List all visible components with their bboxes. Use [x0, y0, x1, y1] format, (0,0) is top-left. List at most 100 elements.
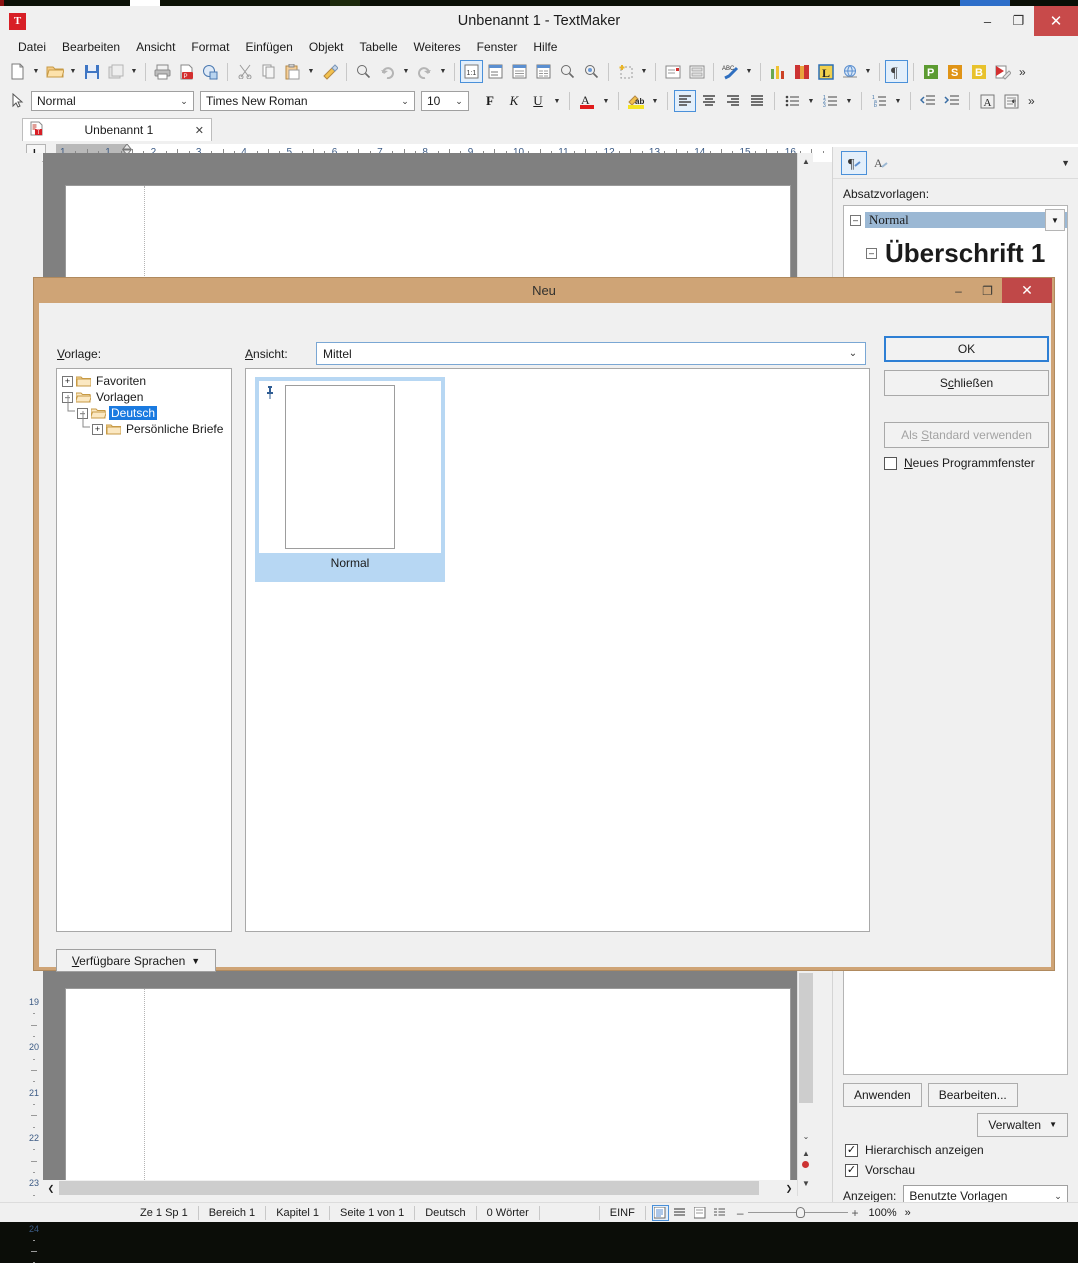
- view-mode-normal-icon[interactable]: [672, 1205, 689, 1221]
- menu-tabelle[interactable]: Tabelle: [352, 38, 406, 56]
- decrease-indent-button[interactable]: [917, 90, 939, 112]
- menu-datei[interactable]: Datei: [10, 38, 54, 56]
- bullet-list-dropdown-icon[interactable]: ▼: [805, 90, 817, 113]
- paste-dropdown-icon[interactable]: ▼: [305, 60, 317, 83]
- menu-einfuegen[interactable]: Einfügen: [237, 38, 300, 56]
- new-document-icon[interactable]: [6, 60, 29, 83]
- edit-record-icon[interactable]: [991, 60, 1014, 83]
- scroll-left-icon[interactable]: ❮: [43, 1180, 59, 1196]
- document-tab[interactable]: T Unbenannt 1 ✕: [22, 118, 212, 141]
- format-painter-icon[interactable]: [318, 60, 341, 83]
- close-dialog-button[interactable]: Schließen: [884, 370, 1049, 396]
- zoom-in-icon[interactable]: [556, 60, 579, 83]
- chevron-down-icon[interactable]: ⌄: [845, 348, 861, 359]
- scroll-up-icon[interactable]: ▲: [798, 153, 814, 169]
- bullet-list-button[interactable]: [781, 90, 803, 112]
- bibliography-icon[interactable]: [790, 60, 813, 83]
- scroll-right-icon[interactable]: ❯: [781, 1180, 797, 1196]
- save-icon[interactable]: [80, 60, 103, 83]
- undo-dropdown-icon[interactable]: ▼: [400, 60, 412, 83]
- font-family-combo[interactable]: Times New Roman ⌄: [200, 91, 415, 111]
- edit-button[interactable]: Bearbeiten...: [927, 1083, 1018, 1107]
- view-multi-page-icon[interactable]: [532, 60, 555, 83]
- view-mode-page-icon[interactable]: [651, 1204, 669, 1221]
- horizontal-scrollbar[interactable]: ❮ ❯: [43, 1180, 797, 1196]
- menu-bearbeiten[interactable]: Bearbeiten: [54, 38, 128, 56]
- planmaker-icon[interactable]: S: [943, 60, 966, 83]
- letter-icon[interactable]: L: [814, 60, 837, 83]
- spellcheck-dropdown-icon[interactable]: ▼: [743, 60, 755, 83]
- italic-button[interactable]: K: [503, 90, 525, 112]
- vertical-scroll-thumb[interactable]: [799, 973, 813, 1103]
- header-footer-icon[interactable]: [661, 60, 684, 83]
- toolbar-overflow-icon[interactable]: »: [1015, 65, 1030, 79]
- font-color-dropdown-icon[interactable]: ▼: [600, 90, 612, 113]
- basic-icon[interactable]: B: [967, 60, 990, 83]
- search-icon[interactable]: [352, 60, 375, 83]
- redo-dropdown-icon[interactable]: ▼: [437, 60, 449, 83]
- spellcheck-icon[interactable]: ABC: [719, 60, 742, 83]
- scroll-down-icon[interactable]: ⌄: [798, 1128, 814, 1144]
- new-document-dropdown-icon[interactable]: ▼: [30, 60, 42, 83]
- section-icon[interactable]: [685, 60, 708, 83]
- template-gallery[interactable]: Normal: [245, 368, 870, 932]
- minimize-button[interactable]: –: [972, 6, 1003, 36]
- hierarchical-row[interactable]: ✓ Hierarchisch anzeigen: [833, 1137, 1078, 1157]
- document-tab-close-icon[interactable]: ✕: [195, 124, 204, 137]
- style-dropdown-icon[interactable]: ▼: [1045, 209, 1065, 231]
- web-icon[interactable]: [838, 60, 861, 83]
- increase-indent-button[interactable]: [941, 90, 963, 112]
- view-normal-icon[interactable]: 1:1: [460, 60, 483, 83]
- zoom-out-icon[interactable]: –: [737, 1206, 744, 1220]
- character-formatting-button[interactable]: A: [976, 90, 998, 112]
- align-center-button[interactable]: [698, 90, 720, 112]
- bold-button[interactable]: F: [479, 90, 501, 112]
- open-folder-icon[interactable]: [43, 60, 66, 83]
- outline-list-dropdown-icon[interactable]: ▼: [892, 90, 904, 113]
- view-layout-icon[interactable]: [484, 60, 507, 83]
- dialog-maximize-button[interactable]: ❐: [973, 278, 1002, 303]
- font-color-button[interactable]: A: [576, 90, 598, 112]
- numbered-list-button[interactable]: 123: [819, 90, 841, 112]
- style-item-normal[interactable]: – Normal ▼: [844, 206, 1067, 234]
- manage-button[interactable]: Verwalten ▼: [977, 1113, 1068, 1137]
- menu-objekt[interactable]: Objekt: [301, 38, 352, 56]
- status-insert-mode[interactable]: EINF: [600, 1205, 646, 1220]
- view-page-icon[interactable]: [508, 60, 531, 83]
- previous-page-icon[interactable]: ▲: [798, 1145, 814, 1161]
- paragraph-formatting-button[interactable]: ¶: [1000, 90, 1022, 112]
- pin-icon[interactable]: [265, 386, 275, 403]
- document-page-bottom[interactable]: [65, 988, 791, 1184]
- zoom-in-icon[interactable]: +: [852, 1206, 859, 1220]
- preview-checkbox[interactable]: ✓: [845, 1163, 858, 1177]
- open-dropdown-icon[interactable]: ▼: [67, 60, 79, 83]
- select-objects-icon[interactable]: [6, 90, 29, 113]
- print-preview-icon[interactable]: [199, 60, 222, 83]
- dialog-close-button[interactable]: ✕: [1002, 278, 1052, 303]
- outline-list-button[interactable]: 1ab: [868, 90, 890, 112]
- menu-fenster[interactable]: Fenster: [469, 38, 526, 56]
- menu-hilfe[interactable]: Hilfe: [525, 38, 565, 56]
- align-left-button[interactable]: [674, 90, 696, 112]
- export-pdf-icon[interactable]: P: [175, 60, 198, 83]
- format-overflow-icon[interactable]: »: [1024, 94, 1039, 108]
- chevron-down-icon[interactable]: ⌄: [1051, 1191, 1065, 1202]
- ok-button[interactable]: OK: [884, 336, 1049, 362]
- apply-button[interactable]: Anwenden: [843, 1083, 922, 1107]
- horizontal-scroll-thumb[interactable]: [59, 1181, 759, 1195]
- collapse-icon[interactable]: –: [850, 214, 861, 226]
- available-languages-button[interactable]: Verfügbare Sprachen ▼: [56, 949, 216, 972]
- view-mode-outline-icon[interactable]: [692, 1205, 709, 1221]
- save-dropdown-icon[interactable]: ▼: [128, 60, 140, 83]
- hierarchical-checkbox[interactable]: ✓: [845, 1143, 858, 1157]
- align-justify-button[interactable]: [746, 90, 768, 112]
- highlight-button[interactable]: ab: [625, 90, 647, 112]
- chart-icon[interactable]: [766, 60, 789, 83]
- paragraph-style-combo[interactable]: Normal ⌄: [31, 91, 194, 111]
- highlight-dropdown-icon[interactable]: ▼: [649, 90, 661, 113]
- menu-weiteres[interactable]: Weiteres: [406, 38, 469, 56]
- underline-dropdown-icon[interactable]: ▼: [551, 90, 563, 113]
- align-right-button[interactable]: [722, 90, 744, 112]
- new-program-window-row[interactable]: Neues Programmfenster: [884, 456, 1049, 470]
- document-page-top[interactable]: ¶: [65, 185, 791, 289]
